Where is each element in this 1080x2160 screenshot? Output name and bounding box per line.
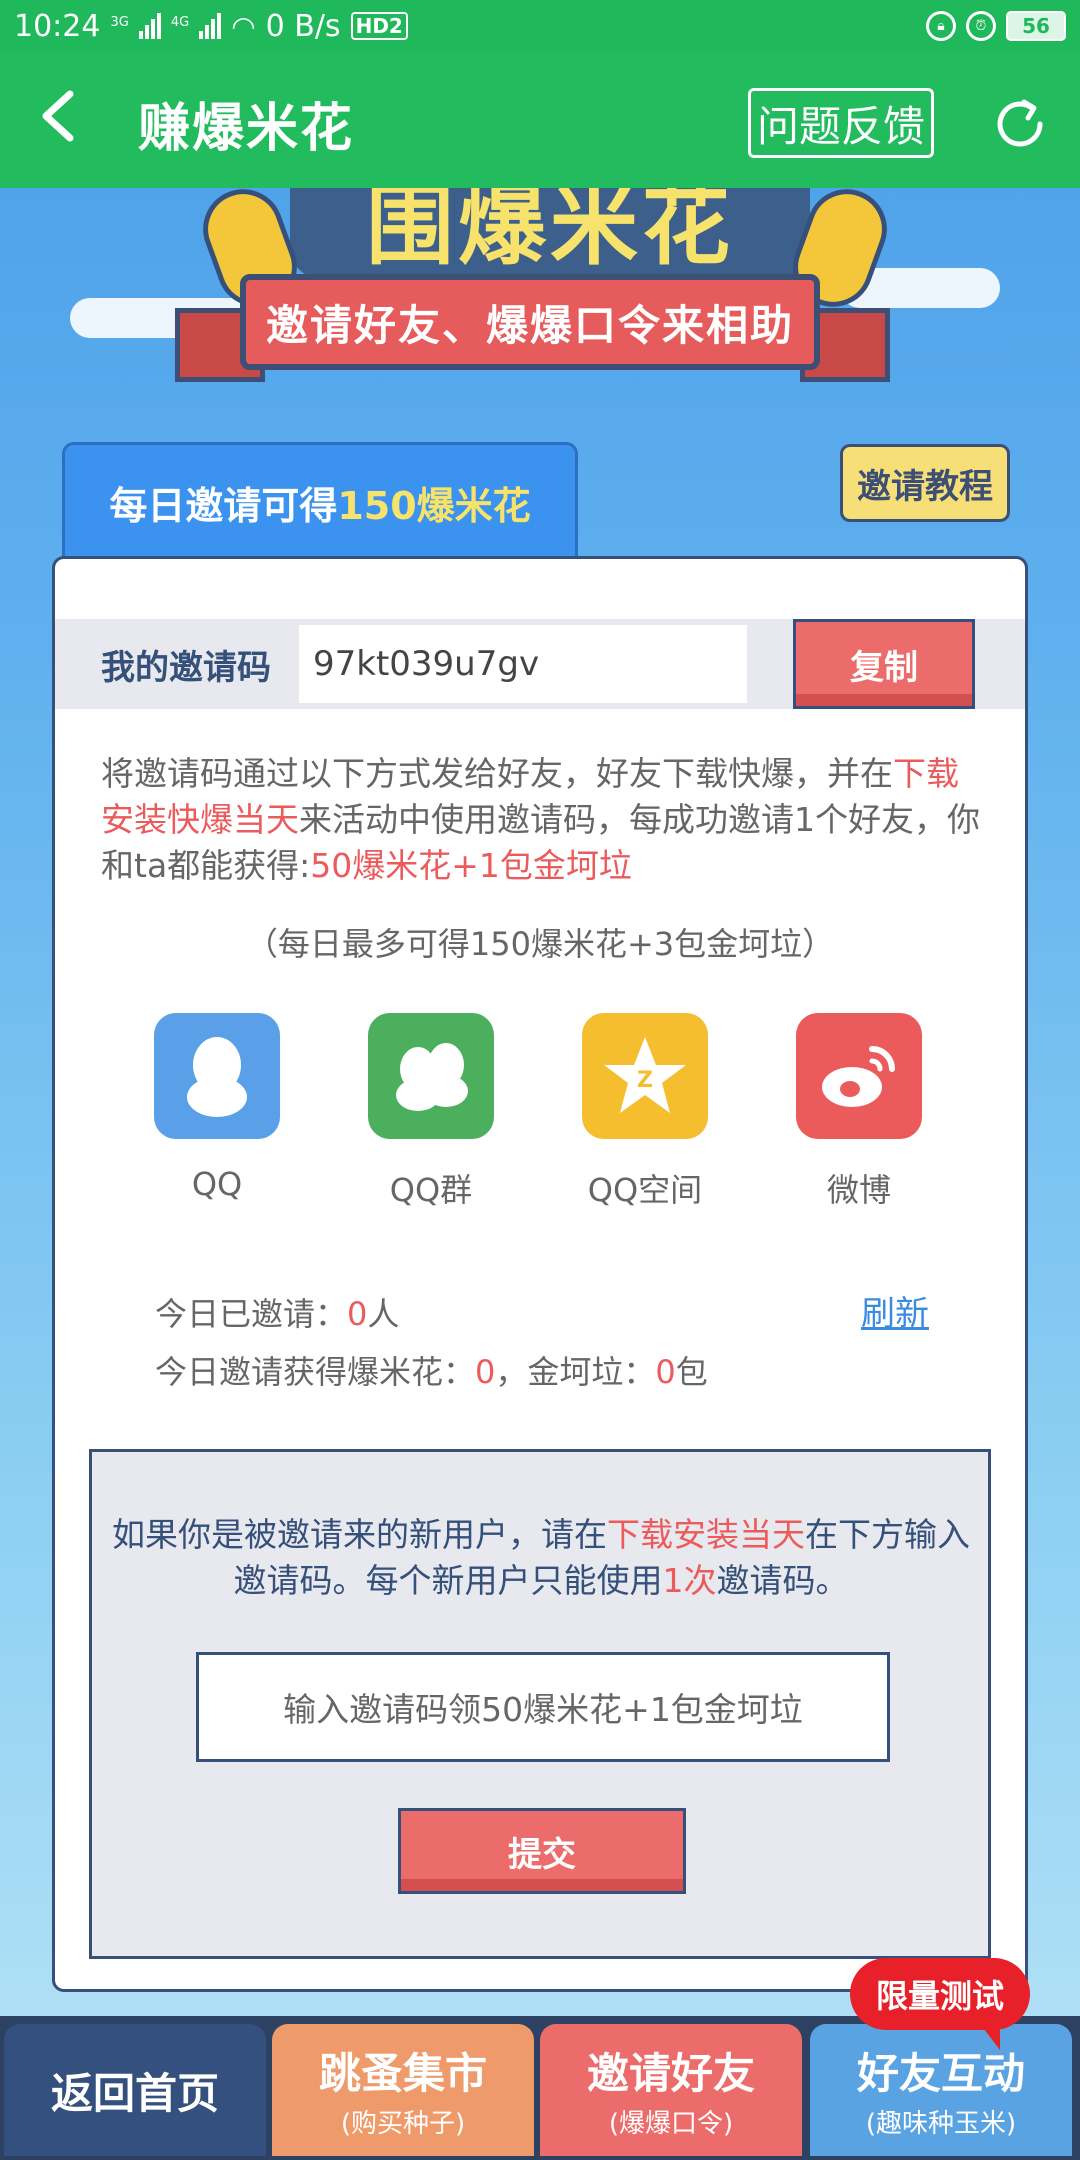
- desc-part2-highlight: 50爆米花+1包金坷垃: [310, 846, 632, 885]
- nav-friend-interaction[interactable]: 好友互动 (趣味种玉米): [810, 2024, 1072, 2156]
- nav-invite-friends[interactable]: 邀请好友 (爆爆口令): [540, 2024, 802, 2156]
- new-user-instructions: 如果你是被邀请来的新用户，请在下载安装当天在下方输入邀请码。每个新用户只能使用1…: [112, 1512, 970, 1604]
- network-4g-label: 4G: [170, 14, 190, 30]
- banner-ribbon: 邀请好友、爆爆口令来相助: [240, 274, 820, 370]
- invite-description: 将邀请码通过以下方式发给好友，好友下载快爆，并在下载安装快爆当天来活动中使用邀请…: [101, 751, 985, 889]
- signal-icon-2: [199, 13, 222, 39]
- refresh-stats-link[interactable]: 刷新: [861, 1285, 929, 1343]
- nav-flea-market-sub: (购买种子): [340, 2109, 466, 2139]
- earned-fertilizer: 0: [655, 1353, 676, 1391]
- earned-label: 今日邀请获得爆米花：: [155, 1353, 476, 1391]
- back-button[interactable]: [28, 86, 88, 146]
- status-right: 🔒︎ ⏰︎ 56: [926, 11, 1066, 41]
- desc-part1: 将邀请码通过以下方式发给好友，好友下载快爆，并在: [101, 754, 893, 793]
- banner-title: 围爆米花: [365, 188, 734, 277]
- page-title: 赚爆米花: [138, 99, 355, 159]
- refresh-icon: [997, 99, 1043, 147]
- banner-title-box: 围爆米花: [290, 188, 810, 278]
- refresh-button[interactable]: [988, 92, 1052, 156]
- share-qq[interactable]: QQ: [147, 1013, 287, 1203]
- hd-icon: HD2: [350, 12, 408, 40]
- share-weibo-label: 微博: [826, 1171, 891, 1209]
- network-3g-label: 3G: [110, 14, 129, 30]
- submit-button[interactable]: 提交: [398, 1808, 686, 1894]
- chevron-left-icon: [42, 90, 74, 142]
- status-time: 10:24: [14, 8, 101, 44]
- qzone-icon: Z: [582, 1013, 708, 1139]
- status-bar: 10:24 3G 4G ◠ 0 B/s HD2 🔒︎ ⏰︎ 56: [0, 0, 1080, 52]
- share-qq-group-label: QQ群: [389, 1171, 473, 1209]
- signal-icon: [138, 13, 161, 39]
- share-qq-group[interactable]: QQ群: [361, 1013, 501, 1211]
- invited-label: 今日已邀请：: [155, 1295, 348, 1333]
- submit-label: 提交: [508, 1834, 576, 1875]
- share-qzone-label: QQ空间: [587, 1171, 703, 1209]
- invited-count: 0: [347, 1295, 368, 1333]
- battery-indicator: 56: [1006, 11, 1066, 41]
- new-user-text3: 邀请码。: [716, 1561, 849, 1600]
- nav-home[interactable]: 返回首页: [4, 2024, 266, 2156]
- earned-unit: 包: [675, 1353, 708, 1391]
- nav-invite-friends-label: 邀请好友: [586, 2049, 755, 2098]
- svg-text:Z: Z: [637, 1068, 653, 1093]
- new-user-text1: 如果你是被邀请来的新用户，请在: [112, 1515, 607, 1554]
- alarm-icon: ⏰︎: [966, 11, 996, 41]
- weibo-icon: [796, 1013, 922, 1139]
- share-row: QQ QQ群 Z QQ空间 微博: [115, 1013, 975, 1213]
- event-banner: 围爆米花 邀请好友、爆爆口令来相助: [0, 177, 1080, 428]
- share-qzone[interactable]: Z QQ空间: [575, 1013, 715, 1211]
- invite-code-input[interactable]: 输入邀请码领50爆米花+1包金坷垃: [196, 1652, 890, 1762]
- share-qq-label: QQ: [191, 1165, 243, 1203]
- copy-button[interactable]: 复制: [793, 619, 975, 709]
- share-weibo[interactable]: 微博: [789, 1013, 929, 1211]
- earned-mid: ，金坷垃：: [495, 1353, 656, 1391]
- app-bar: 赚爆米花 问题反馈: [0, 52, 1080, 188]
- new-user-text1-highlight: 下载安装当天: [607, 1515, 805, 1554]
- nav-flea-market[interactable]: 跳蚤集市 (购买种子): [272, 2024, 534, 2156]
- bottom-nav: 返回首页 跳蚤集市 (购买种子) 邀请好友 (爆爆口令) 好友互动 (趣味种玉米…: [0, 2016, 1080, 2160]
- invited-today: 今日已邀请：0人: [155, 1285, 935, 1343]
- invite-stats: 今日已邀请：0人 今日邀请获得爆米花：0，金坷垃：0包: [155, 1285, 935, 1401]
- qq-icon: [154, 1013, 280, 1139]
- qq-group-icon: [368, 1013, 494, 1139]
- network-speed: 0 B/s: [265, 8, 341, 44]
- daily-max-note: （每日最多可得150爆米花+3包金坷垃）: [245, 925, 835, 963]
- new-user-box: 如果你是被邀请来的新用户，请在下载安装当天在下方输入邀请码。每个新用户只能使用1…: [89, 1449, 991, 1959]
- tab-highlight: 150爆米花: [337, 484, 531, 528]
- new-user-text2-highlight: 1次: [662, 1561, 717, 1600]
- daily-invite-tab: 每日邀请可得150爆米花: [62, 442, 578, 560]
- nav-home-label: 返回首页: [50, 2068, 219, 2118]
- status-left: 10:24 3G 4G ◠ 0 B/s HD2: [14, 9, 408, 44]
- banner-subtitle: 邀请好友、爆爆口令来相助: [265, 300, 794, 350]
- earned-today: 今日邀请获得爆米花：0，金坷垃：0包: [155, 1343, 935, 1401]
- feedback-button[interactable]: 问题反馈: [748, 88, 934, 158]
- tab-text: 每日邀请可得150爆米花: [109, 475, 530, 530]
- copy-label: 复制: [850, 647, 918, 688]
- invite-card: 我的邀请码 97kt039u7gv 复制 将邀请码通过以下方式发给好友，好友下载…: [52, 556, 1028, 1992]
- tab-prefix: 每日邀请可得: [109, 484, 338, 528]
- limited-test-badge: 限量测试: [850, 1958, 1030, 2050]
- invite-code-value: 97kt039u7gv: [299, 625, 747, 703]
- nav-invite-friends-sub: (爆爆口令): [608, 2109, 734, 2139]
- invited-unit: 人: [367, 1295, 400, 1333]
- nav-flea-market-label: 跳蚤集市: [318, 2049, 487, 2098]
- nav-friend-interaction-sub: (趣味种玉米): [865, 2109, 1017, 2139]
- wifi-icon: ◠: [231, 9, 256, 43]
- lock-rotation-icon: 🔒︎: [926, 11, 956, 41]
- invite-code-row: 我的邀请码 97kt039u7gv 复制: [55, 619, 1025, 709]
- invite-tutorial-button[interactable]: 邀请教程: [840, 444, 1010, 522]
- earned-popcorn: 0: [475, 1353, 496, 1391]
- invite-code-label: 我的邀请码: [101, 647, 271, 688]
